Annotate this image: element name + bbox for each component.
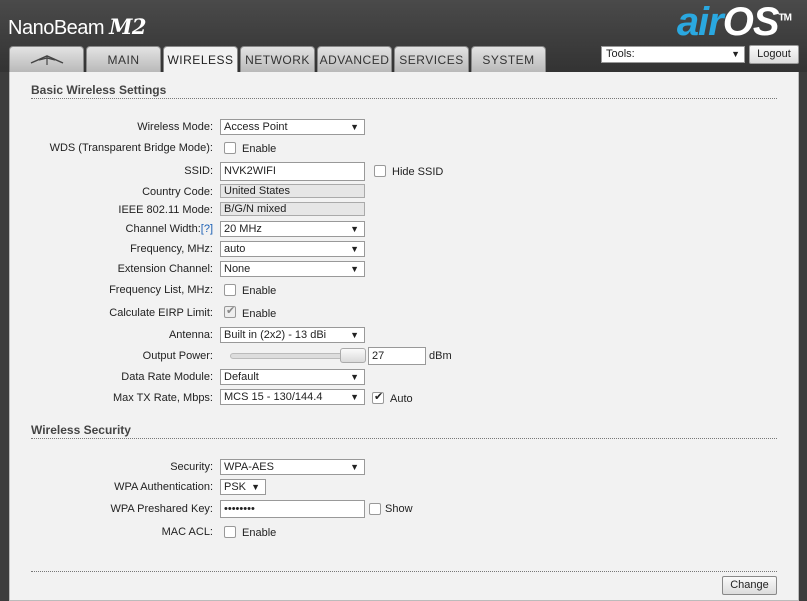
show-key-label: Show [385, 503, 413, 515]
wpa-key-input[interactable]: •••••••• [220, 500, 365, 518]
tab-ubiquiti[interactable] [9, 46, 84, 72]
wireless-mode-label: Wireless Mode: [137, 121, 213, 133]
output-power-slider-handle[interactable] [340, 348, 366, 363]
tab-network[interactable]: NETWORK [240, 46, 315, 72]
wireless-settings-panel: Basic Wireless Settings Wireless Mode: A… [9, 72, 799, 601]
channel-width-value: 20 MHz [224, 223, 262, 235]
frequency-list-label: Frequency List, MHz: [109, 284, 213, 296]
frequency-label: Frequency, MHz: [130, 243, 213, 255]
main-tabs: MAIN WIRELESS NETWORK ADVANCED SERVICES … [9, 46, 548, 73]
frequency-list-checkbox[interactable] [224, 284, 236, 296]
tab-advanced[interactable]: ADVANCED [317, 46, 392, 72]
product-name: NanoBeam M2 [8, 14, 146, 40]
logo-tm: TM [778, 12, 792, 24]
wpa-key-label: WPA Preshared Key: [110, 503, 213, 515]
airos-logo: airOSTM [676, 0, 792, 45]
country-code-field: United States [220, 184, 365, 198]
eirp-label: Calculate EIRP Limit: [109, 307, 213, 319]
show-key-checkbox[interactable] [369, 503, 381, 515]
hide-ssid-checkbox[interactable] [374, 165, 386, 177]
logo-air: air [676, 0, 724, 44]
max-tx-auto-label: Auto [390, 393, 413, 405]
tools-select-value: Tools: [606, 48, 635, 60]
tab-system[interactable]: SYSTEM [471, 46, 546, 72]
hide-ssid-label: Hide SSID [392, 166, 444, 178]
max-tx-rate-select[interactable]: MCS 15 - 130/144.4 ▼ [220, 389, 365, 405]
antenna-select[interactable]: Built in (2x2) - 13 dBi ▼ [220, 327, 365, 343]
section-divider [31, 438, 777, 439]
security-section-title: Wireless Security [31, 423, 131, 437]
product-model: M2 [109, 14, 146, 39]
output-power-label: Output Power: [142, 350, 213, 362]
chevron-down-icon: ▼ [350, 264, 359, 274]
channel-width-label: Channel Width:[?] [126, 223, 213, 235]
chevron-down-icon: ▼ [731, 49, 740, 59]
ssid-input[interactable]: NVK2WIFI [220, 162, 365, 181]
tab-wireless[interactable]: WIRELESS [163, 46, 238, 73]
mac-acl-enable-label: Enable [242, 527, 277, 539]
channel-width-label-text: Channel Width: [125, 223, 201, 235]
change-button[interactable]: Change [722, 576, 777, 595]
ubiquiti-logo-icon [30, 54, 63, 65]
security-value: WPA-AES [224, 461, 274, 473]
wds-label: WDS (Transparent Bridge Mode): [49, 142, 213, 154]
wireless-mode-select[interactable]: Access Point ▼ [220, 119, 365, 135]
product-name-text: NanoBeam [8, 17, 105, 39]
wpa-auth-select[interactable]: PSK ▼ [220, 479, 266, 495]
security-label: Security: [170, 461, 213, 473]
data-rate-module-select[interactable]: Default ▼ [220, 369, 365, 385]
wpa-auth-value: PSK [224, 481, 247, 493]
wds-enable-label: Enable [242, 143, 277, 155]
footer-divider [31, 571, 777, 572]
channel-width-help-link[interactable]: [?] [201, 223, 213, 235]
max-tx-rate-label: Max TX Rate, Mbps: [112, 392, 213, 404]
max-tx-auto-checkbox[interactable] [372, 390, 384, 404]
output-power-input[interactable]: 27 [368, 347, 426, 365]
ieee-mode-field: B/G/N mixed [220, 202, 365, 216]
mac-acl-checkbox[interactable] [224, 526, 236, 538]
eirp-enable-label: Enable [242, 308, 277, 320]
extension-channel-label: Extension Channel: [117, 263, 213, 275]
frequency-select[interactable]: auto ▼ [220, 241, 365, 257]
chevron-down-icon: ▼ [350, 122, 359, 132]
country-code-label: Country Code: [142, 186, 213, 198]
wpa-auth-label: WPA Authentication: [114, 481, 213, 493]
security-select[interactable]: WPA-AES ▼ [220, 459, 365, 475]
extension-channel-value: None [224, 263, 251, 275]
ieee-mode-label: IEEE 802.11 Mode: [118, 204, 213, 216]
output-power-unit: dBm [429, 350, 452, 362]
max-tx-rate-value: MCS 15 - 130/144.4 [224, 391, 323, 403]
logout-button[interactable]: Logout [749, 45, 799, 64]
chevron-down-icon: ▼ [350, 392, 359, 402]
header-bar: NanoBeam M2 airOSTM MAIN WIRELESS NETWOR… [0, 0, 807, 73]
chevron-down-icon: ▼ [251, 482, 260, 492]
tools-select[interactable]: Tools: ▼ [601, 46, 745, 63]
antenna-value: Built in (2x2) - 13 dBi [224, 329, 327, 341]
chevron-down-icon: ▼ [350, 330, 359, 340]
mac-acl-label: MAC ACL: [161, 526, 213, 538]
section-divider [31, 98, 777, 99]
chevron-down-icon: ▼ [350, 462, 359, 472]
frequency-list-enable-label: Enable [242, 285, 277, 297]
ssid-label: SSID: [184, 165, 213, 177]
data-rate-module-label: Data Rate Module: [121, 371, 213, 383]
extension-channel-select[interactable]: None ▼ [220, 261, 365, 277]
frequency-value: auto [224, 243, 246, 255]
basic-section-title: Basic Wireless Settings [31, 83, 167, 97]
logo-os: OS [722, 0, 780, 44]
data-rate-module-value: Default [224, 371, 259, 383]
wireless-mode-value: Access Point [224, 121, 288, 133]
chevron-down-icon: ▼ [350, 244, 359, 254]
channel-width-select[interactable]: 20 MHz ▼ [220, 221, 365, 237]
antenna-label: Antenna: [168, 329, 213, 341]
chevron-down-icon: ▼ [350, 224, 359, 234]
eirp-checkbox[interactable] [224, 304, 236, 318]
chevron-down-icon: ▼ [350, 372, 359, 382]
tab-services[interactable]: SERVICES [394, 46, 469, 72]
wds-checkbox[interactable] [224, 142, 236, 154]
tab-main[interactable]: MAIN [86, 46, 161, 72]
